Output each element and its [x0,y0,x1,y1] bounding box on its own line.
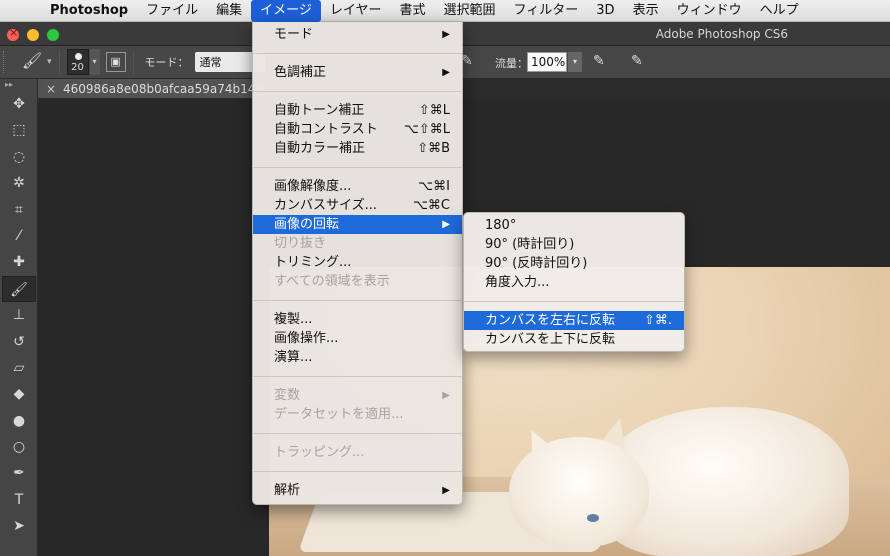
menu-3d[interactable]: 3D [587,0,623,22]
airbrush-icon[interactable]: ✎ [593,53,613,73]
menu-separator [253,376,462,377]
type-icon[interactable]: T [0,487,38,513]
blur-icon[interactable]: ● [0,408,38,434]
chevron-down-icon[interactable]: ▾ [47,57,52,67]
menu-item-rotate-90-cw[interactable]: 90° (時計回り) [464,235,684,254]
menu-separator [253,167,462,168]
menu-item-adjustments[interactable]: 色調補正 ▶ [253,63,462,82]
menu-item-flip-canvas-horizontal[interactable]: カンバスを左右に反転 ⇧⌘. [464,311,684,330]
menu-item-rotate-180[interactable]: 180° [464,216,684,235]
document-tab[interactable]: × 460986a8e08b0afcaa59a74b149 [38,79,270,99]
photo-kitten-head [509,437,649,547]
menu-item-image-rotation[interactable]: 画像の回転 ▶ [253,215,462,234]
menu-separator [253,91,462,92]
image-menu-dropdown: モード ▶ 色調補正 ▶ 自動トーン補正 ⇧⌘L 自動コントラスト ⌥⇧⌘L 自動カラー… [252,22,463,505]
submenu-arrow-icon: ▶ [442,219,450,230]
submenu-arrow-icon: ▶ [442,29,450,40]
menu-window[interactable]: ウィンドウ [668,0,751,22]
menu-item-auto-contrast[interactable]: 自動コントラスト ⌥⇧⌘L [253,120,462,139]
divider [132,50,134,74]
brush-panel-toggle-icon[interactable]: ▣ [105,52,126,72]
submenu-arrow-icon: ▶ [442,67,450,78]
menu-item-apply-image[interactable]: 画像操作... [253,329,462,348]
healing-icon[interactable]: ✚ [0,249,38,275]
submenu-arrow-icon: ▶ [442,485,450,496]
menu-separator [464,301,684,302]
lasso-icon[interactable]: ◌ [0,144,38,170]
menu-item-calculations[interactable]: 演算... [253,348,462,367]
menu-item-canvas-size[interactable]: カンバスサイズ... ⌥⌘C [253,196,462,215]
menu-layer[interactable]: レイヤー [321,0,391,22]
menu-edit[interactable]: 編集 [207,0,251,22]
window-title: Adobe Photoshop CS6 [655,27,788,41]
menu-item-image-size[interactable]: 画像解像度... ⌥⌘I [253,177,462,196]
options-bar-grip[interactable] [3,51,11,73]
submenu-arrow-icon: ▶ [442,390,450,401]
menu-separator [253,53,462,54]
dodge-icon[interactable]: ○ [0,434,38,460]
menu-item-analysis[interactable]: 解析 ▶ [253,481,462,500]
eraser-icon[interactable]: ▱ [0,355,38,381]
menu-item-flip-canvas-vertical[interactable]: カンバスを上下に反転 [464,330,684,349]
menu-item-trap: トラッピング... [274,445,365,460]
menu-select[interactable]: 選択範囲 [435,0,505,22]
menu-item-duplicate[interactable]: 複製... [253,310,462,329]
history-brush-icon[interactable]: ↺ [0,329,38,355]
minimize-window-button[interactable] [27,29,39,41]
image-rotation-submenu: 180° 90° (時計回り) 90° (反時計回り) 角度入力... カンバス… [463,212,685,352]
paint-bucket-icon[interactable]: ◆ [0,381,38,407]
menu-item-mode[interactable]: モード ▶ [253,25,462,44]
menu-item-reveal-all: すべての領域を表示 [274,274,390,289]
menu-photoshop[interactable]: Photoshop [46,0,137,22]
maximize-window-button[interactable] [47,29,59,41]
menu-separator [253,300,462,301]
tools-panel: ▸▸ ✥ ⬚ ◌ ✲ ⌗ ⁄ ✚ 🖌 ⊥ ↺ ▱ ◆ ● ○ ✒ T ➤ [0,79,38,556]
brush-size-picker[interactable]: 20 [66,49,89,75]
menu-file[interactable]: ファイル [137,0,207,22]
menu-item-auto-tone[interactable]: 自動トーン補正 ⇧⌘L [253,101,462,120]
path-select-icon[interactable]: ➤ [0,513,38,539]
photo-kitten-eye [587,514,599,522]
crop-icon[interactable]: ⌗ [0,197,38,223]
menu-separator [253,471,462,472]
menu-filter[interactable]: フィルター [505,0,588,22]
chevron-down-icon[interactable]: ▾ [89,49,100,75]
menu-item-trim[interactable]: トリミング... [253,253,462,272]
menu-item-variables: 変数 ▶ [274,388,450,403]
menu-item-rotate-90-ccw[interactable]: 90° (反時計回り) [464,254,684,273]
brush-icon[interactable]: 🖌 [2,275,36,303]
opacity-pressure-icon[interactable]: ✎ [461,53,481,73]
eyedropper-icon[interactable]: ⁄ [0,223,38,249]
pen-icon[interactable]: ✒ [0,460,38,486]
mode-label: モード： [144,56,189,69]
flow-input[interactable]: 100% [527,52,567,72]
magic-wand-icon[interactable]: ✲ [0,170,38,196]
menu-help[interactable]: ヘルプ [751,0,808,22]
menu-item-rotate-arbitrary[interactable]: 角度入力... [464,273,684,292]
close-icon[interactable]: × [46,79,56,99]
document-tab-title: 460986a8e08b0afcaa59a74b149 [63,82,263,96]
divider [58,50,60,74]
menu-type[interactable]: 書式 [391,0,435,22]
menu-view[interactable]: 表示 [624,0,668,22]
menu-item-apply-data-set: データセットを適用... [274,407,404,422]
flow-label: 流量： [495,57,528,70]
stamp-icon[interactable]: ⊥ [0,302,38,328]
move-icon[interactable]: ✥ [0,91,38,117]
brush-tool-preset-icon[interactable]: 🖌 [19,51,45,73]
marquee-icon[interactable]: ⬚ [0,117,38,143]
menu-item-auto-color[interactable]: 自動カラー補正 ⇧⌘B [253,139,462,158]
chevron-down-icon[interactable]: ▾ [568,52,582,72]
pressure-size-icon[interactable]: ✎ [631,53,651,73]
panel-collapse-icon[interactable]: ▸▸ [0,79,37,91]
menu-item-crop: 切り抜き [274,236,327,251]
menubar: Photoshop ファイル 編集 イメージ レイヤー 書式 選択範囲 フィルタ… [0,0,890,22]
close-window-button[interactable] [7,26,19,41]
menu-image[interactable]: イメージ [251,0,321,22]
menu-separator [253,433,462,434]
